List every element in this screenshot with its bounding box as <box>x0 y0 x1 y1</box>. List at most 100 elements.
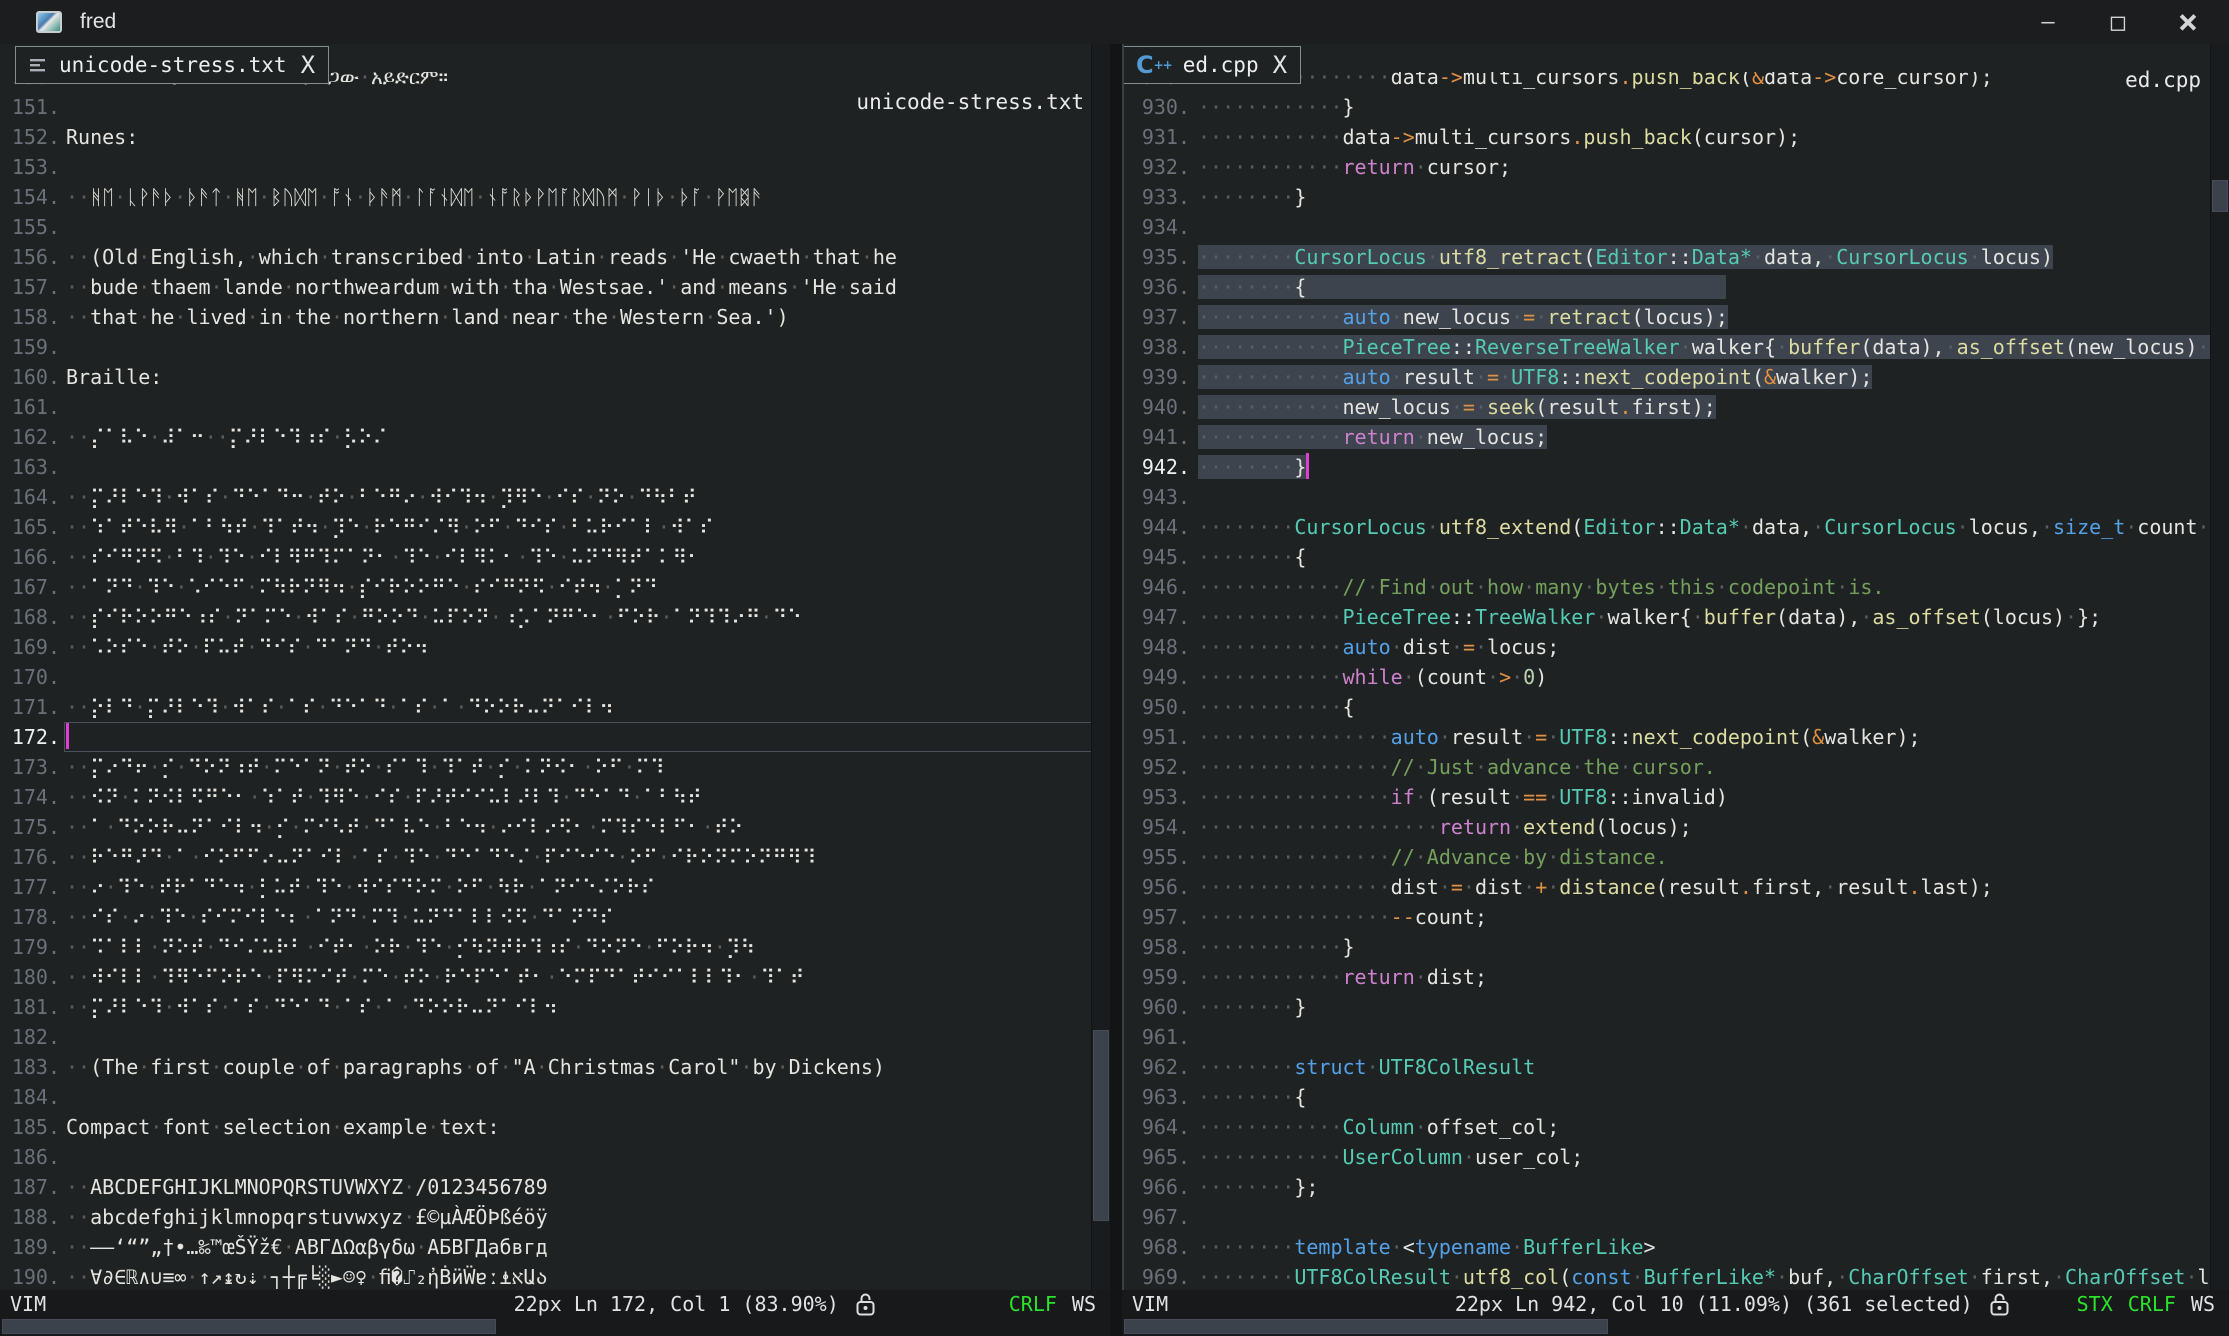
maximize-button[interactable]: □ <box>2083 0 2153 44</box>
line-number: 185. <box>0 1112 64 1142</box>
code-line: 152.Runes: <box>0 122 1110 152</box>
line-number: 171. <box>0 692 64 722</box>
line-number: 956. <box>1124 872 1194 902</box>
left-vertical-scrollbar[interactable] <box>1091 44 1110 1290</box>
line-number: 966. <box>1124 1172 1194 1202</box>
code-line: 190.··∀∂∈ℝ∧∪≡∞·↑↗↨↻⇣·┐┼╔╘░►☺♀·ﬁ�⑀₂ἠḂӥẄɐː… <box>0 1262 1110 1290</box>
code-line: 936.········{ <box>1124 272 2229 302</box>
line-number: 950. <box>1124 692 1194 722</box>
right-horizontal-scrollbar[interactable] <box>1122 1318 2229 1336</box>
left-lines: 150.··እግዜር·የከፈተውን·ጉሮሮ·ሳይዘጋው·አይድርም።151.15… <box>0 72 1110 1290</box>
line-number: 162. <box>0 422 64 452</box>
left-horizontal-scrollbar-thumb[interactable] <box>2 1319 496 1334</box>
status-badge-ws: WS <box>2191 1292 2215 1316</box>
line-number: 946. <box>1124 572 1194 602</box>
code-line: 181.··⡍⠜⠇⠑⠹·⠺⠁⠎·⠁⠎·⠙⠑⠁⠙·⠁⠎·⠁·⠙⠕⠕⠗⠤⠝⠁⠊⠇⠲ <box>0 992 1110 1022</box>
vim-mode-label: VIM <box>10 1292 46 1316</box>
pane-divider[interactable] <box>1110 44 1122 1336</box>
line-number: 175. <box>0 812 64 842</box>
code-line: 185.Compact·font·selection·example·text: <box>0 1112 1110 1142</box>
code-line: 968.········template·<typename·BufferLik… <box>1124 1232 2229 1262</box>
line-number: 178. <box>0 902 64 932</box>
code-line: 942.········} <box>1124 452 2229 482</box>
line-number: 153. <box>0 152 64 182</box>
code-line: 161. <box>0 392 1110 422</box>
tab-close-icon[interactable]: X <box>1273 51 1287 79</box>
minimize-button[interactable]: — <box>2013 0 2083 44</box>
code-line: 162.··⡌⠁⠧⠑·⠼⠁⠒··⡍⠜⠇⠑⠹⠰⠎·⡣⠕⠌ <box>0 422 1110 452</box>
line-number: 954. <box>1124 812 1194 842</box>
right-lines: 929.················data->multi_cursors.… <box>1124 72 2229 1290</box>
right-vertical-scrollbar-thumb[interactable] <box>2212 180 2228 212</box>
right-status-bar: VIM 22px Ln 942, Col 10 (11.09%) (361 se… <box>1122 1290 2229 1318</box>
code-line: 172. <box>0 722 1110 752</box>
line-number: 934. <box>1124 212 1194 242</box>
line-number: 181. <box>0 992 64 1022</box>
line-number: 168. <box>0 602 64 632</box>
close-button[interactable]: × <box>2153 0 2223 44</box>
tab-ed-cpp[interactable]: C++ ed.cpp X <box>1122 46 1301 84</box>
code-line: 963.········{ <box>1124 1082 2229 1112</box>
code-line: 164.··⡍⠜⠇⠑⠹·⠺⠁⠎·⠙⠑⠁⠙⠒·⠞⠕·⠃⠑⠛⠔·⠺⠊⠹⠲·⡹⠻⠑·⠊… <box>0 482 1110 512</box>
code-line: 951.················auto·result·=·UTF8::… <box>1124 722 2229 752</box>
right-editor-pane[interactable]: 929.················data->multi_cursors.… <box>1122 44 2229 1290</box>
filename-overlay: ed.cpp <box>2125 68 2201 92</box>
left-code-area[interactable]: 150.··እግዜር·የከፈተውን·ጉሮሮ·ሳይዘጋው·አይድርም።151.15… <box>0 72 1110 1290</box>
code-line: 956.················dist·=·dist·+·distan… <box>1124 872 2229 902</box>
code-line: 945.········{ <box>1124 542 2229 572</box>
lock-icon <box>855 1291 876 1317</box>
status-badges: CRLFWS <box>994 1292 1096 1316</box>
line-number: 187. <box>0 1172 64 1202</box>
code-line: 155. <box>0 212 1110 242</box>
code-line: 934. <box>1124 212 2229 242</box>
tab-unicode-stress[interactable]: unicode-stress.txt X <box>15 46 329 84</box>
line-number: 176. <box>0 842 64 872</box>
code-line: 189.··–—‘“”„†•…‰™œŠŸž€·ΑΒΓΔΩαβγδω·АБВГДа… <box>0 1232 1110 1262</box>
code-line: 169.··⠡⠕⠎⠑·⠞⠕·⠏⠥⠞·⠙⠊⠎·⠙⠁⠝⠙·⠞⠕⠲ <box>0 632 1110 662</box>
code-line: 167.··⠁⠝⠙·⠹⠑·⠡⠊⠑⠋·⠍⠳⠗⠝⠻⠲·⡎⠊⠗⠕⠕⠛⠑·⠎⠊⠛⠝⠫·⠊… <box>0 572 1110 602</box>
line-number: 931. <box>1124 122 1194 152</box>
window-controls: — □ × <box>2013 0 2223 44</box>
right-horizontal-scrollbar-thumb[interactable] <box>1124 1319 1608 1334</box>
line-number: 169. <box>0 632 64 662</box>
code-line: 186. <box>0 1142 1110 1172</box>
status-badge-stx: STX <box>2077 1292 2113 1316</box>
window-title: fred <box>80 10 116 34</box>
line-number: 170. <box>0 662 64 692</box>
right-vertical-scrollbar[interactable] <box>2210 44 2229 1290</box>
line-number: 177. <box>0 872 64 902</box>
line-number: 173. <box>0 752 64 782</box>
left-status-bar: VIM 22px Ln 172, Col 1 (83.90%) CRLFWS <box>0 1290 1110 1318</box>
line-number: 163. <box>0 452 64 482</box>
code-line: 163. <box>0 452 1110 482</box>
line-number: 160. <box>0 362 64 392</box>
line-number: 172. <box>0 722 64 752</box>
cursor-position-label: 22px Ln 942, Col 10 (11.09%) (361 select… <box>1455 1292 1973 1316</box>
code-line: 957.················--count; <box>1124 902 2229 932</box>
code-line: 176.··⠗⠑⠛⠜⠙·⠁·⠊⠕⠋⠋⠔⠤⠝⠁⠊⠇·⠁⠎·⠹⠑·⠙⠑⠁⠙⠑⠌·⠏⠊… <box>0 842 1110 872</box>
tab-label: unicode-stress.txt <box>59 53 287 77</box>
left-editor-pane[interactable]: 150.··እግዜር·የከፈተውን·ጉሮሮ·ሳይዘጋው·አይድርም።151.15… <box>0 44 1110 1290</box>
code-line: 170. <box>0 662 1110 692</box>
code-line: 948.············auto·dist·=·locus; <box>1124 632 2229 662</box>
code-line: 154.··ᚻᛖ·ᚳᚹᚫᚦ·ᚦᚫᛏ·ᚻᛖ·ᛒᚢᛞᛖ·ᚩᚾ·ᚦᚫᛗ·ᛚᚪᚾᛞᛖ·ᚾ… <box>0 182 1110 212</box>
line-number: 167. <box>0 572 64 602</box>
right-code-area[interactable]: 929.················data->multi_cursors.… <box>1124 72 2229 1290</box>
line-number: 189. <box>0 1232 64 1262</box>
line-number: 154. <box>0 182 64 212</box>
left-vertical-scrollbar-thumb[interactable] <box>1093 1030 1109 1221</box>
code-line: 954.····················return·extend(lo… <box>1124 812 2229 842</box>
code-line: 182. <box>0 1022 1110 1052</box>
line-number: 960. <box>1124 992 1194 1022</box>
line-number: 152. <box>0 122 64 152</box>
line-number: 939. <box>1124 362 1194 392</box>
tab-close-icon[interactable]: X <box>301 51 315 79</box>
line-number: 940. <box>1124 392 1194 422</box>
line-number: 959. <box>1124 962 1194 992</box>
line-number: 184. <box>0 1082 64 1112</box>
title-bar: fred — □ × <box>0 0 2229 44</box>
app-icon <box>36 11 62 33</box>
code-line: 187.··ABCDEFGHIJKLMNOPQRSTUVWXYZ·/012345… <box>0 1172 1110 1202</box>
left-horizontal-scrollbar[interactable] <box>0 1318 1110 1336</box>
line-number: 967. <box>1124 1202 1194 1232</box>
